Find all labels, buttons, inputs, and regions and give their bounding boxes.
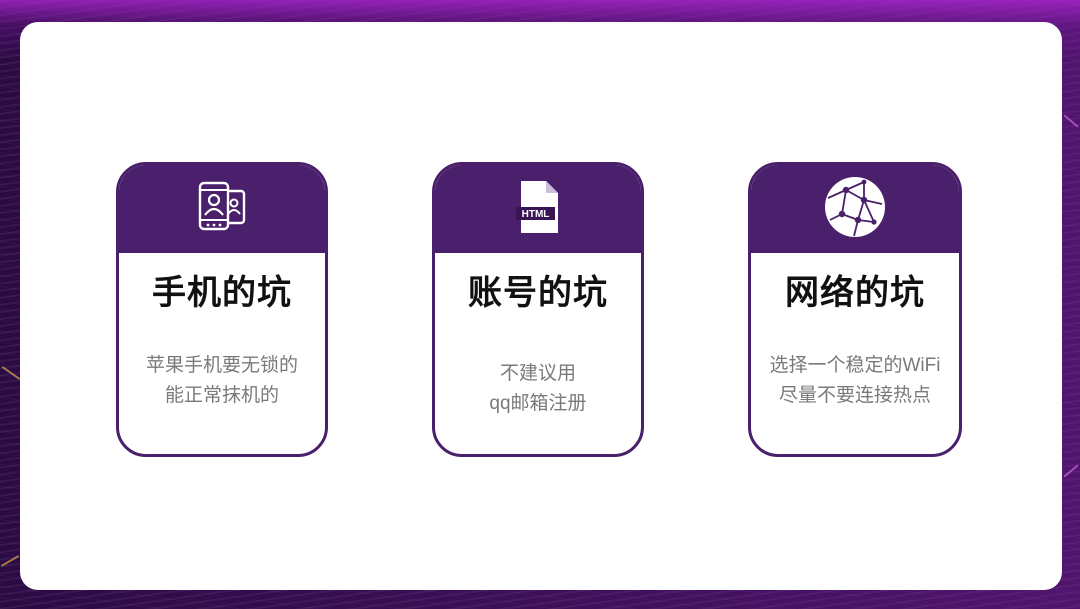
background-streak: [0, 555, 20, 567]
card-header: HTML: [435, 165, 641, 253]
card-network: 网络的坑 选择一个稳定的WiFi 尽量不要连接热点: [748, 162, 962, 457]
card-description-line: 尽量不要连接热点: [778, 385, 931, 406]
card-description-line: 不建议用: [499, 363, 576, 384]
card-title: 网络的坑: [785, 274, 925, 312]
card-title: 手机的坑: [152, 274, 292, 312]
globe-network-icon: [824, 176, 886, 243]
card-title: 账号的坑: [468, 274, 608, 312]
card-description-line: 选择一个稳定的WiFi: [769, 355, 941, 376]
card-header: [751, 165, 959, 253]
card-account: HTML 账号的坑 不建议用 qq邮箱注册: [432, 162, 644, 457]
card-description: 苹果手机要无锁的 能正常抹机的: [125, 333, 319, 429]
background-streak: [1, 365, 21, 381]
card-header: [119, 165, 325, 253]
html-file-label: HTML: [522, 209, 550, 220]
background-streak: [1063, 464, 1079, 478]
card-description-line: 苹果手机要无锁的: [145, 355, 298, 376]
card-phone: 手机的坑 苹果手机要无锁的 能正常抹机的: [116, 162, 328, 457]
card-description-line: 能正常抹机的: [164, 385, 279, 406]
card-description: 选择一个稳定的WiFi 尽量不要连接热点: [757, 333, 953, 429]
card-description-line: qq邮箱注册: [489, 393, 587, 414]
phone-contact-icon: [194, 181, 250, 238]
html-file-icon: HTML: [515, 180, 561, 239]
background-streak: [1063, 114, 1079, 128]
card-description: 不建议用 qq邮箱注册: [441, 341, 635, 437]
